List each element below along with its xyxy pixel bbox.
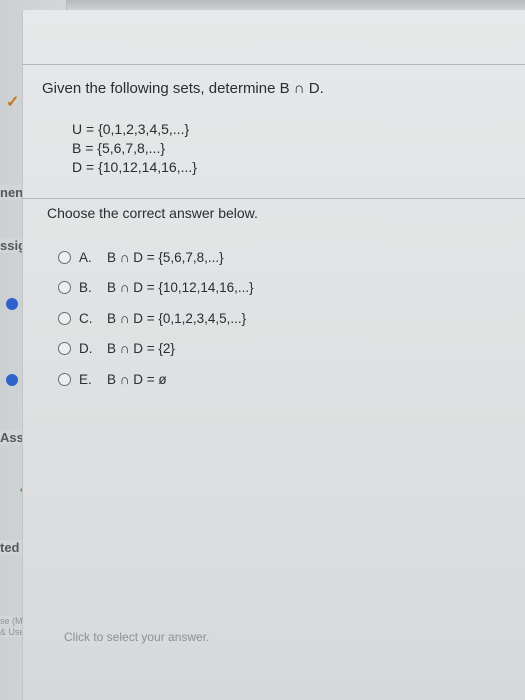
question-text: Given the following sets, determine B ∩ …: [42, 80, 324, 97]
option-letter: E.: [79, 371, 92, 387]
option-letter: C.: [79, 310, 93, 326]
top-bar: [0, 0, 525, 10]
radio-button-icon[interactable]: [58, 372, 71, 386]
status-dot-icon: [6, 298, 18, 310]
option-letter: A.: [79, 249, 92, 265]
option-expression: B ∩ D = ø: [107, 371, 167, 387]
option-expression: B ∩ D = {2}: [107, 341, 175, 356]
option-letter: B.: [79, 280, 92, 295]
divider: [22, 198, 525, 199]
option-c[interactable]: C. B ∩ D = {0,1,2,3,4,5,...}: [58, 309, 254, 327]
option-expression: B ∩ D = {10,12,14,16,...}: [107, 280, 254, 295]
divider: [22, 64, 525, 65]
option-b[interactable]: B. B ∩ D = {10,12,14,16,...}: [58, 279, 254, 297]
checkmark-icon: ✓: [6, 94, 20, 111]
option-letter: D.: [79, 341, 93, 356]
set-u: U = {0,1,2,3,4,5,...}: [72, 121, 190, 137]
option-expression: B ∩ D = {0,1,2,3,4,5,...}: [107, 310, 247, 326]
set-d: D = {10,12,14,16,...}: [72, 159, 197, 175]
radio-button-icon[interactable]: [58, 281, 71, 294]
radio-button-icon[interactable]: [58, 250, 71, 264]
answer-prompt: Choose the correct answer below.: [47, 205, 258, 221]
hint-text: Click to select your answer.: [64, 630, 210, 644]
option-expression: B ∩ D = {5,6,7,8,...}: [107, 249, 224, 265]
set-b: B = {5,6,7,8,...}: [72, 140, 166, 156]
radio-button-icon[interactable]: [58, 342, 71, 355]
status-dot-icon: [6, 374, 18, 386]
option-e[interactable]: E. B ∩ D = ø: [58, 370, 254, 388]
option-d[interactable]: D. B ∩ D = {2}: [58, 340, 254, 358]
answer-options: A. B ∩ D = {5,6,7,8,...} B. B ∩ D = {10,…: [58, 248, 254, 401]
sets-list: U = {0,1,2,3,4,5,...} B = {5,6,7,8,...} …: [72, 120, 197, 177]
option-a[interactable]: A. B ∩ D = {5,6,7,8,...}: [58, 248, 254, 266]
radio-button-icon[interactable]: [58, 311, 71, 325]
